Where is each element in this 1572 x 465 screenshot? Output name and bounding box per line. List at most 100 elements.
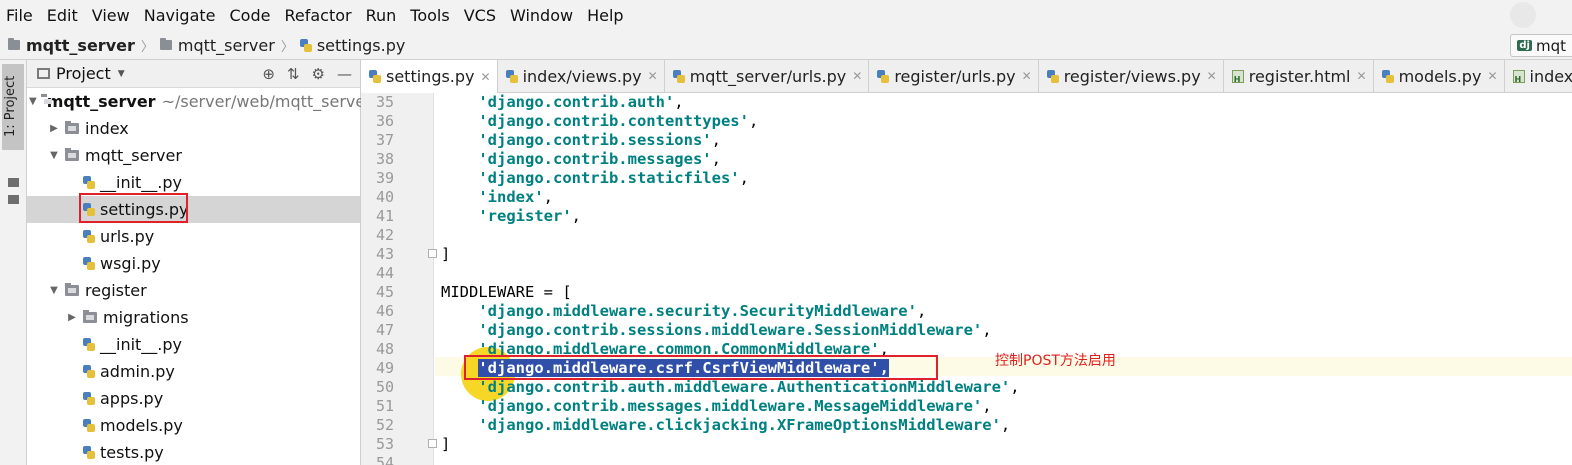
highlight-box-settings (79, 193, 188, 223)
tab-mqtt-server-urls-py[interactable]: mqtt_server/urls.py ✕ (665, 60, 870, 92)
line-number: 47 (375, 321, 394, 339)
line-number: 38 (375, 150, 394, 168)
close-icon[interactable]: ✕ (1207, 69, 1217, 83)
menu-code[interactable]: Code (230, 6, 271, 25)
annotation-note: 控制POST方法启用 (995, 353, 1116, 369)
menu-help[interactable]: Help (587, 6, 623, 25)
line-number: 40 (375, 188, 394, 206)
tree-item-apps-py[interactable]: apps.py (27, 385, 360, 412)
close-icon[interactable]: ✕ (1357, 69, 1367, 83)
menu-file[interactable]: File (6, 6, 33, 25)
tree-item-wsgi-py[interactable]: wsgi.py (27, 250, 360, 277)
tab-settings-py[interactable]: settings.py ✕ (361, 60, 498, 93)
python-file-icon (299, 38, 312, 52)
line-number: 49 (375, 359, 394, 377)
code-line-45: MIDDLEWARE = [ (441, 283, 572, 301)
run-configuration-selector[interactable]: dj mqt (1510, 34, 1572, 57)
line-number: 41 (375, 207, 394, 225)
python-file-icon (505, 69, 518, 83)
python-file-icon (83, 392, 95, 405)
tab-register-urls-py[interactable]: register/urls.py ✕ (869, 60, 1039, 92)
tree-item-models-py[interactable]: models.py (27, 412, 360, 439)
line-number: 35 (375, 93, 394, 111)
tab-models-py[interactable]: models.py ✕ (1374, 60, 1505, 92)
code-line-41: 'register', (478, 207, 581, 225)
tree-item-tests-py[interactable]: tests.py (27, 439, 360, 465)
python-file-icon (83, 230, 95, 243)
line-number: 46 (375, 302, 394, 320)
menu-vcs[interactable]: VCS (464, 6, 496, 25)
close-icon[interactable]: ✕ (852, 69, 862, 83)
editor-tabs: settings.py ✕ index/views.py ✕ mqtt_server… (361, 60, 1572, 93)
python-file-icon (83, 446, 95, 459)
collapsed-arrow-icon[interactable]: ▶ (47, 123, 61, 134)
html-file-icon (1512, 69, 1525, 84)
line-number: 42 (375, 226, 394, 244)
fold-marker-icon[interactable] (428, 249, 437, 258)
dropdown-arrow-icon[interactable]: ▼ (118, 69, 125, 79)
python-file-icon (83, 257, 95, 270)
project-view-selector[interactable]: Project (56, 64, 111, 83)
menu-view[interactable]: View (92, 6, 130, 25)
tab-index-views-py[interactable]: index/views.py ✕ (498, 60, 665, 92)
close-icon[interactable]: ✕ (1487, 69, 1497, 83)
locate-icon[interactable]: ⊕ (262, 65, 275, 83)
line-number: 39 (375, 169, 394, 187)
collapsed-arrow-icon[interactable]: ▶ (65, 312, 79, 323)
hide-icon[interactable]: — (337, 65, 352, 83)
fold-marker-icon[interactable] (428, 439, 437, 448)
folder-icon[interactable] (8, 195, 19, 204)
close-icon[interactable]: ✕ (481, 70, 491, 84)
tab-register-html[interactable]: register.html✕ (1224, 60, 1374, 92)
folder-icon (159, 38, 172, 50)
breadcrumb-root[interactable]: mqtt_server (8, 36, 135, 55)
menu-edit[interactable]: Edit (47, 6, 78, 25)
project-icon (37, 68, 50, 79)
menu-refactor[interactable]: Refactor (284, 6, 351, 25)
python-file-icon (83, 338, 95, 351)
tree-item-init-py[interactable]: __init__.py (27, 169, 360, 196)
close-icon[interactable]: ✕ (648, 69, 658, 83)
watermark-logo (1510, 2, 1536, 28)
tree-item-register[interactable]: ▼ register (27, 277, 360, 304)
close-icon[interactable]: ✕ (1022, 69, 1032, 83)
tree-item-register-init-py[interactable]: __init__.py (27, 331, 360, 358)
tab-register-views-py[interactable]: register/views.py ✕ (1039, 60, 1224, 92)
line-number: 51 (375, 397, 394, 415)
html-file-icon (1231, 69, 1244, 84)
menu-navigate[interactable]: Navigate (144, 6, 216, 25)
tree-item-migrations[interactable]: ▶ migrations (27, 304, 360, 331)
expanded-arrow-icon[interactable]: ▼ (29, 96, 37, 107)
python-file-icon (83, 419, 95, 432)
collapse-all-icon[interactable]: ⇅ (287, 65, 300, 83)
menu-tools[interactable]: Tools (410, 6, 449, 25)
tree-item-settings-py[interactable]: settings.py (27, 196, 360, 223)
structure-icon[interactable] (8, 178, 19, 187)
tree-item-mqtt-server[interactable]: ▼ mqtt_server (27, 142, 360, 169)
code-line-47: 'django.contrib.sessions.middleware.Sess… (478, 321, 992, 339)
line-number: 50 (375, 378, 394, 396)
expanded-arrow-icon[interactable]: ▼ (47, 285, 61, 296)
tree-item-mqtt-server-root[interactable]: ▼ mqtt_server ~/server/web/mqtt_server (27, 88, 372, 115)
tree-item-admin-py[interactable]: admin.py (27, 358, 360, 385)
breadcrumb-folder[interactable]: mqtt_server (159, 36, 275, 55)
tree-item-index[interactable]: ▶ index (27, 115, 360, 142)
python-file-icon (877, 69, 890, 83)
line-number: 53 (375, 435, 394, 453)
line-number: 36 (375, 112, 394, 130)
line-number: 52 (375, 416, 394, 434)
tree-item-urls-py[interactable]: urls.py (27, 223, 360, 250)
code-line-43: ] (441, 245, 451, 263)
menu-window[interactable]: Window (510, 6, 573, 25)
folder-icon (65, 121, 79, 134)
tab-index-html[interactable]: index.html✕ (1505, 60, 1572, 92)
code-line-50: 'django.contrib.auth.middleware.Authenti… (478, 378, 1020, 396)
gear-icon[interactable]: ⚙ (312, 65, 325, 83)
code-line-40: 'index', (478, 188, 553, 206)
code-line-39: 'django.contrib.staticfiles', (478, 169, 749, 187)
expanded-arrow-icon[interactable]: ▼ (47, 150, 61, 161)
menu-bar: File Edit View Navigate Code Refactor Ru… (0, 0, 1572, 31)
breadcrumb-file[interactable]: settings.py (299, 36, 405, 55)
python-file-icon (83, 176, 95, 189)
menu-run[interactable]: Run (366, 6, 397, 25)
